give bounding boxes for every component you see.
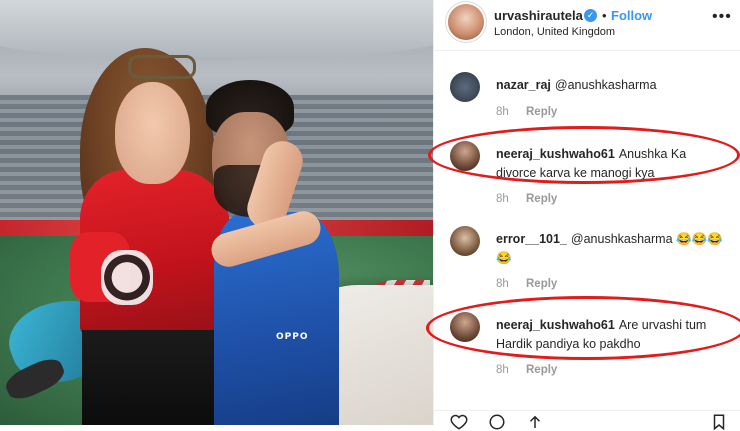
separator-dot: • (602, 8, 607, 23)
woman-face (115, 82, 190, 184)
shirt-print (101, 250, 153, 305)
post-photo[interactable]: OPPO (0, 0, 433, 425)
post-header: urvashirautela ✓ • Follow London, United… (434, 0, 740, 51)
stadium-roof (0, 0, 433, 60)
share-icon[interactable] (526, 413, 544, 431)
reply-button[interactable]: Reply (526, 364, 557, 376)
comment-time: 8h (496, 193, 509, 205)
jersey-logo: OPPO (276, 332, 309, 342)
profile-avatar[interactable] (448, 4, 484, 40)
reply-button[interactable]: Reply (526, 278, 557, 290)
comment-time: 8h (496, 364, 509, 376)
comment-time: 8h (496, 106, 509, 118)
comment-avatar[interactable] (450, 72, 480, 102)
verified-badge-icon: ✓ (584, 9, 597, 22)
comment-icon[interactable] (488, 413, 506, 431)
heart-icon[interactable] (450, 413, 468, 431)
highlight-ellipse (428, 126, 740, 184)
comments-panel: urvashirautela ✓ • Follow London, United… (426, 0, 740, 431)
follow-button[interactable]: Follow (609, 8, 652, 23)
more-options-icon[interactable]: ••• (712, 8, 732, 26)
reply-button[interactable]: Reply (526, 193, 557, 205)
comment-meta: 8h Reply (496, 106, 557, 118)
comment-username[interactable]: nazar_raj (496, 78, 551, 92)
comment-body: @anushkasharma (554, 78, 657, 92)
comment-text: error__101_ @anushkasharma 😂😂😂😂 (496, 230, 726, 268)
post-username[interactable]: urvashirautela (494, 8, 583, 23)
bookmark-icon[interactable] (710, 413, 728, 431)
comment-avatar[interactable] (450, 226, 480, 256)
comment-time: 8h (496, 278, 509, 290)
reply-button[interactable]: Reply (526, 106, 557, 118)
sunglasses (128, 55, 196, 79)
comment-text: nazar_raj @anushkasharma (496, 76, 726, 95)
comment-meta: 8h Reply (496, 193, 557, 205)
comment-username[interactable]: error__101_ (496, 232, 567, 246)
post-location[interactable]: London, United Kingdom (494, 26, 615, 38)
post-actions-bar (434, 410, 740, 431)
instagram-post: OPPO urvashirautela ✓ • Follow London, U… (0, 0, 740, 431)
highlight-ellipse (426, 296, 740, 360)
comment-meta: 8h Reply (496, 364, 557, 376)
comment-meta: 8h Reply (496, 278, 557, 290)
